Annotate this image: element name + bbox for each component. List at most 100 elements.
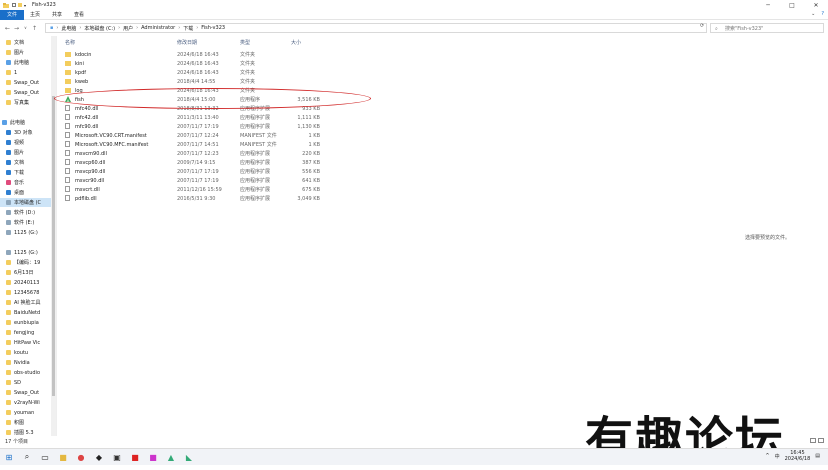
column-header-date[interactable]: 修改日期	[177, 36, 197, 48]
breadcrumb-drive-c[interactable]: 本地磁盘 (C:)	[84, 25, 115, 32]
sidebar-item[interactable]: koutu	[0, 348, 52, 357]
file-row[interactable]: kdocin 2024/6/18 16:43 文件夹	[60, 50, 340, 59]
search-input[interactable]: ⌕ 搜索"Fish-v323"	[710, 23, 824, 33]
app-icon[interactable]: ▲	[165, 451, 177, 463]
sidebar-item[interactable]: 图片	[0, 48, 52, 57]
browser-icon[interactable]: ●	[75, 451, 87, 463]
column-header-type[interactable]: 类型	[240, 36, 250, 48]
sidebar-item[interactable]: 软件 (E:)	[0, 218, 52, 227]
sidebar-item[interactable]: 6月13日	[0, 268, 52, 277]
breadcrumb-this-pc[interactable]: 此电脑	[61, 25, 76, 32]
file-row[interactable]: Microsoft.VC90.CRT.manifest 2007/11/7 12:…	[60, 131, 340, 140]
tab-file[interactable]: 文件	[0, 9, 25, 20]
app-icon[interactable]: ■	[147, 451, 159, 463]
sidebar-item[interactable]: AI 换脸工具	[0, 298, 52, 307]
sidebar-item[interactable]: 20240113	[0, 278, 52, 287]
close-button[interactable]: ✕	[804, 0, 828, 10]
app-icon[interactable]: ■	[129, 451, 141, 463]
sidebar-item[interactable]: 1	[0, 68, 52, 77]
sidebar-item[interactable]: HitPaw Vic	[0, 338, 52, 347]
sidebar-item[interactable]: 音乐	[0, 178, 52, 187]
sidebar-item[interactable]: 本地磁盘 (C	[0, 198, 52, 207]
maximize-button[interactable]: □	[780, 0, 804, 10]
file-row[interactable]: msvcm90.dll 2007/11/7 12:23 应用程序扩展 220 KB	[60, 149, 340, 158]
sidebar-item[interactable]: fengjing	[0, 328, 52, 337]
sidebar-item[interactable]: Swap_Out	[0, 88, 52, 97]
chevron-down-icon[interactable]: ⌄	[811, 11, 815, 17]
app-icon[interactable]: ◆	[93, 451, 105, 463]
file-row[interactable]: mfc90.dll 2007/11/7 17:19 应用程序扩展 1,130 KB	[60, 122, 340, 131]
sidebar-item[interactable]: 【编码：19	[0, 258, 52, 267]
details-view-icon[interactable]	[810, 438, 816, 443]
up-arrow-icon[interactable]: ↑	[30, 25, 39, 32]
chevron-down-icon[interactable]: ▾	[24, 3, 28, 8]
back-arrow-icon[interactable]: ←	[3, 25, 12, 32]
windows-start-icon[interactable]: ⊞	[3, 451, 15, 463]
breadcrumb-downloads[interactable]: 下载	[183, 25, 193, 32]
sidebar-item[interactable]: 视频	[0, 138, 52, 147]
sidebar-item-label: Nvidia	[14, 359, 30, 366]
sidebar-item[interactable]: youman	[0, 408, 52, 417]
new-folder-icon[interactable]	[18, 3, 22, 7]
file-row[interactable]: kpdf 2024/6/18 16:43 文件夹	[60, 68, 340, 77]
tab-home[interactable]: 主页	[24, 10, 46, 20]
file-row[interactable]: kweb 2018/4/4 14:55 文件夹	[60, 77, 340, 86]
sidebar-item[interactable]: 此电脑	[0, 58, 52, 67]
sidebar-item[interactable]: 文档	[0, 158, 52, 167]
sidebar-item[interactable]: Nvidia	[0, 358, 52, 367]
forward-arrow-icon[interactable]: →	[12, 25, 21, 32]
file-explorer-icon[interactable]: ■	[57, 451, 69, 463]
search-icon[interactable]: ⌕	[21, 451, 33, 463]
sidebar-item[interactable]: Swap_Out	[0, 388, 52, 397]
address-bar[interactable]: ▪ › 此电脑 › 本地磁盘 (C:) › 用户 › Administrator…	[45, 23, 707, 33]
sidebar-item[interactable]: SD	[0, 378, 52, 387]
sidebar-item[interactable]: 文档	[0, 38, 52, 47]
sidebar-item[interactable]: eunbiupia	[0, 318, 52, 327]
sidebar-item[interactable]: 3D 对象	[0, 128, 52, 137]
sidebar-item[interactable]: 12345678	[0, 288, 52, 297]
fish-app-icon[interactable]: ◣	[183, 451, 195, 463]
minimize-button[interactable]: ─	[756, 0, 780, 10]
chevron-down-icon[interactable]: ∨	[21, 25, 30, 32]
file-row[interactable]: Microsoft.VC90.MFC.manifest 2007/11/7 14:…	[60, 140, 340, 149]
file-row[interactable]: kini 2024/6/18 16:43 文件夹	[60, 59, 340, 68]
sidebar-item[interactable]: Swap_Out	[0, 78, 52, 87]
sidebar-item[interactable]: 积图	[0, 418, 52, 427]
sidebar-item[interactable]: 1125 (G:)	[0, 228, 52, 237]
large-icons-view-icon[interactable]	[818, 438, 824, 443]
sidebar-item[interactable]: 图片	[0, 148, 52, 157]
app-icon[interactable]: ▣	[111, 451, 123, 463]
help-icon[interactable]: ?	[821, 11, 824, 17]
file-row[interactable]: msvcrt.dll 2011/12/16 15:59 应用程序扩展 675 KB	[60, 185, 340, 194]
refresh-icon[interactable]: ⟳	[700, 23, 704, 29]
column-header-size[interactable]: 大小	[291, 36, 301, 48]
file-row[interactable]: mfc42.dll 2011/3/11 13:40 应用程序扩展 1,111 KB	[60, 113, 340, 122]
file-row[interactable]: msvcr90.dll 2007/11/7 17:19 应用程序扩展 641 KB	[60, 176, 340, 185]
column-header-name[interactable]: 名称	[65, 36, 75, 48]
tab-view[interactable]: 查看	[68, 10, 90, 20]
breadcrumb-fish-v323[interactable]: Fish-v323	[201, 25, 225, 31]
tab-share[interactable]: 共享	[46, 10, 68, 20]
ime-indicator[interactable]: 中	[775, 453, 780, 460]
file-row[interactable]: pdflib.dll 2016/5/31 9:30 应用程序扩展 3,049 KB	[60, 194, 340, 203]
sidebar-item[interactable]: obs-studio	[0, 368, 52, 377]
sidebar-item[interactable]: v2rayN-Wi	[0, 398, 52, 407]
file-row[interactable]: msvcp60.dll 2009/7/14 9:15 应用程序扩展 387 KB	[60, 158, 340, 167]
sidebar-item[interactable]: 此电脑	[0, 118, 52, 127]
chevron-up-icon[interactable]: ^	[765, 453, 769, 459]
breadcrumb-users[interactable]: 用户	[123, 25, 133, 32]
task-view-icon[interactable]: ▭	[39, 451, 51, 463]
notification-icon[interactable]: ▤	[815, 453, 820, 459]
breadcrumb-administrator[interactable]: Administrator	[141, 25, 175, 31]
sidebar-item[interactable]: 插图 5.3	[0, 428, 52, 436]
sidebar-item[interactable]: BaiduNetd	[0, 308, 52, 317]
file-row[interactable]: msvcp90.dll 2007/11/7 17:19 应用程序扩展 556 KB	[60, 167, 340, 176]
clock[interactable]: 16:45 2024/6/18	[785, 450, 811, 462]
properties-icon[interactable]	[12, 3, 16, 7]
scrollbar-thumb[interactable]	[52, 96, 55, 396]
sidebar-item[interactable]: 写真集	[0, 98, 52, 107]
sidebar-item[interactable]: 1125 (G:)	[0, 248, 52, 257]
sidebar-item[interactable]: 软件 (D:)	[0, 208, 52, 217]
sidebar-item[interactable]: 桌面	[0, 188, 52, 197]
sidebar-item[interactable]: 下载	[0, 168, 52, 177]
